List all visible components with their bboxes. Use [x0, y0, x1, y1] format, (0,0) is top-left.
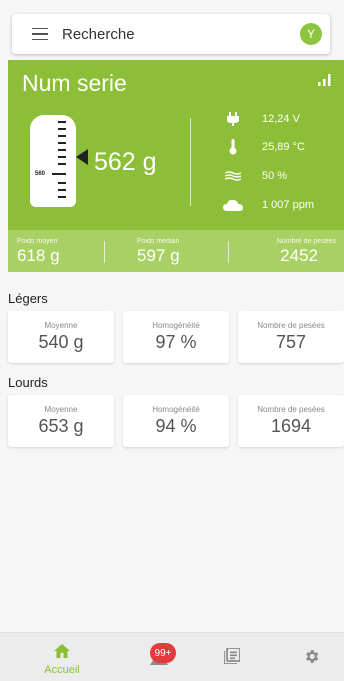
divider [228, 241, 229, 263]
tile-light-count: Nombre de pesées 757 [238, 311, 344, 363]
humidity-icon [222, 168, 244, 184]
stat-value: 597 g [137, 246, 180, 265]
tile-value: 1694 [270, 416, 312, 436]
home-icon [54, 644, 70, 658]
search-input[interactable]: Recherche [62, 26, 135, 43]
voltage-row: 12,24 V [222, 111, 300, 127]
gauge-pointer-icon [76, 149, 88, 165]
humidity-value: 50 % [262, 170, 288, 182]
temperature-row: 25,89 °C [222, 139, 305, 155]
thermometer-icon [222, 139, 244, 155]
temperature-value: 25,89 °C [262, 141, 305, 153]
section-title-light: Légers [8, 291, 48, 306]
search-bar[interactable]: Recherche Y [12, 14, 330, 54]
co2-value: 1 007 ppm [262, 199, 314, 211]
list-icon [224, 648, 240, 664]
divider [190, 118, 191, 206]
tile-value: 757 [275, 332, 307, 352]
nav-settings[interactable] [282, 633, 342, 681]
tile-light-average: Moyenne 540 g [8, 311, 114, 363]
plug-icon [222, 111, 244, 127]
tile-value: 97 % [155, 332, 197, 352]
current-weight: 562 g [94, 148, 157, 176]
device-card: Num serie 560 562 g 12,24 V 25,89 °C 50 … [8, 60, 344, 230]
voltage-value: 12,24 V [262, 113, 300, 125]
tile-label: Homogénéité [152, 321, 200, 330]
tile-value: 653 g [38, 416, 84, 436]
hamburger-menu-icon[interactable] [32, 27, 48, 41]
tile-light-homogeneity: Homogénéité 97 % [123, 311, 229, 363]
cloud-icon [222, 197, 244, 213]
tile-label: Moyenne [44, 405, 78, 414]
tile-label: Nombre de pesées [257, 321, 325, 330]
gear-icon [306, 650, 319, 663]
stat-weighing-count: Nombre de pesées 2452 [277, 230, 336, 272]
tile-heavy-homogeneity: Homogénéité 94 % [123, 395, 229, 447]
weight-gauge: 560 [30, 115, 76, 207]
tile-label: Moyenne [44, 321, 78, 330]
stats-band: Poids moyen 618 g Poids médian 597 g Nom… [8, 230, 344, 272]
section-title-heavy: Lourds [8, 375, 48, 390]
stat-value: 618 g [17, 246, 60, 265]
device-name: Num serie [22, 70, 127, 96]
nav-list[interactable] [202, 633, 262, 681]
co2-row: 1 007 ppm [222, 197, 314, 213]
divider [104, 241, 105, 263]
signal-icon [318, 74, 331, 86]
stat-average-weight: Poids moyen 618 g [17, 230, 60, 272]
gauge-label: 560 [35, 171, 46, 177]
stat-label: Poids médian [137, 238, 180, 245]
stat-label: Nombre de pesées [276, 238, 336, 245]
nav-home[interactable]: Accueil [32, 633, 92, 681]
nav-home-label: Accueil [44, 664, 80, 676]
humidity-row: 50 % [222, 168, 287, 184]
tile-heavy-average: Moyenne 653 g [8, 395, 114, 447]
avatar[interactable]: Y [300, 23, 322, 45]
notification-badge: 99+ [150, 643, 176, 663]
tile-value: 540 g [38, 332, 84, 352]
tile-label: Nombre de pesées [257, 405, 325, 414]
tile-label: Homogénéité [152, 405, 200, 414]
stat-value: 2452 [280, 246, 318, 265]
tile-value: 94 % [155, 416, 197, 436]
stat-label: Poids moyen [17, 238, 58, 245]
stat-median-weight: Poids médian 597 g [137, 230, 180, 272]
tile-heavy-count: Nombre de pesées 1694 [238, 395, 344, 447]
